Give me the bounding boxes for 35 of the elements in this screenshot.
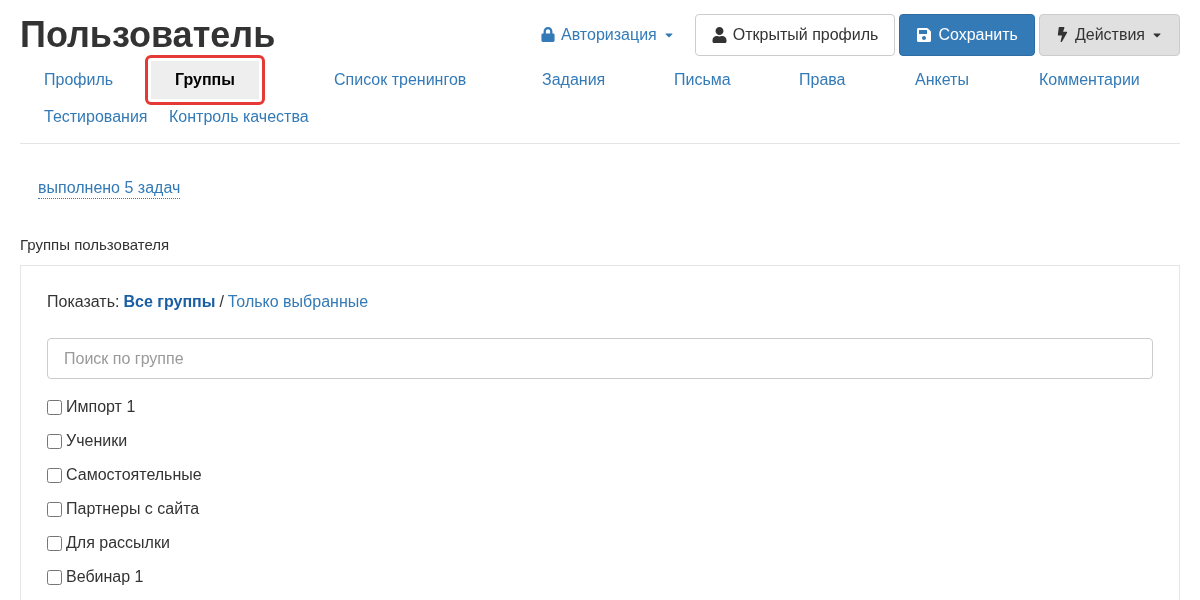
checkbox[interactable]: [47, 569, 62, 585]
tab[interactable]: Профиль: [20, 60, 138, 99]
tab[interactable]: Комментарии: [1015, 60, 1164, 99]
page-title: Пользователь: [20, 13, 276, 57]
tab[interactable]: Задания: [518, 60, 630, 99]
filter-link[interactable]: Только выбранные: [227, 290, 369, 314]
search-field[interactable]: Поиск по группе: [47, 338, 1153, 379]
checkbox[interactable]: [47, 433, 62, 449]
show-label: Показать:: [47, 292, 120, 312]
checkbox[interactable]: [47, 467, 62, 483]
group-label: Импорт 1: [66, 397, 136, 417]
group-label: Для рассылки: [66, 533, 170, 553]
lock-icon: [541, 27, 556, 42]
filter-link[interactable]: Все группы: [123, 290, 216, 314]
open-profile-button[interactable]: Открытый профиль: [694, 13, 896, 56]
lightning-icon: [1055, 27, 1069, 42]
section-title: Группы пользователя: [20, 235, 170, 255]
completed-tasks-link[interactable]: выполнено 5 задач: [38, 179, 181, 199]
tab[interactable]: Права: [775, 60, 870, 99]
checkbox[interactable]: [47, 501, 62, 517]
group-label: Ученики: [66, 431, 128, 451]
tab[interactable]: Список тренингов: [310, 60, 491, 99]
tab[interactable]: Анкеты: [891, 60, 993, 99]
save-button[interactable]: Сохранить: [899, 13, 1035, 56]
separator-slash: /: [219, 292, 224, 312]
actions-button[interactable]: Действия: [1038, 13, 1180, 56]
group-label: Партнеры с сайта: [66, 499, 200, 519]
tab[interactable]: Письма: [650, 60, 755, 99]
tab[interactable]: Группы: [151, 60, 259, 99]
authorization-link[interactable]: Авторизация: [541, 22, 675, 47]
group-label: Вебинар 1: [66, 567, 144, 587]
checkbox[interactable]: [47, 399, 62, 415]
user-icon: [711, 26, 727, 43]
group-label: Самостоятельные: [66, 465, 202, 485]
checkbox[interactable]: [47, 535, 62, 551]
